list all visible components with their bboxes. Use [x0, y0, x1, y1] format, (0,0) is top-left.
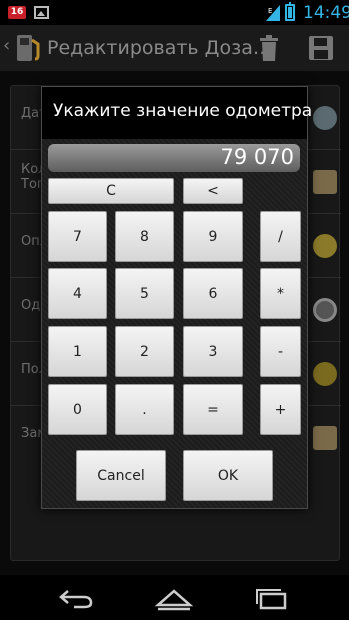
key-9[interactable]: 9: [183, 211, 243, 262]
dialog-header: Укажите значение одометра: [42, 87, 312, 139]
multiply-button[interactable]: *: [260, 268, 301, 319]
fuel-pump-icon[interactable]: [14, 32, 42, 64]
stamp-icon: [313, 426, 337, 450]
stamp-icon: [313, 170, 337, 194]
key-1[interactable]: 1: [48, 326, 107, 377]
ok-button[interactable]: OK: [183, 450, 273, 501]
key-8[interactable]: 8: [115, 211, 174, 262]
action-bar: ‹ Редактировать Доза…: [0, 25, 349, 71]
key-7[interactable]: 7: [48, 211, 107, 262]
value-display: 79 070: [48, 144, 300, 172]
clock-icon: [313, 106, 337, 130]
drop-icon: [313, 362, 337, 386]
page-title: Редактировать Доза…: [47, 37, 272, 59]
key-5[interactable]: 5: [115, 268, 174, 319]
battery-level: [288, 7, 292, 18]
battery-icon: [285, 2, 295, 21]
plus-button[interactable]: +: [260, 384, 301, 435]
notification-badge-icon: 16: [8, 6, 26, 19]
image-icon: [34, 6, 49, 19]
clock-time: 14:49: [303, 3, 349, 23]
speedometer-icon: [313, 298, 337, 322]
trash-icon[interactable]: [257, 33, 281, 63]
signal-icon: E: [266, 5, 280, 21]
odometer-dialog: Укажите значение одометра 79 070 C < 7 8…: [41, 86, 312, 509]
key-4[interactable]: 4: [48, 268, 107, 319]
save-icon[interactable]: [308, 35, 334, 61]
backspace-button[interactable]: <: [183, 178, 243, 204]
equals-button[interactable]: =: [183, 384, 243, 435]
key-3[interactable]: 3: [183, 326, 243, 377]
key-2[interactable]: 2: [115, 326, 174, 377]
dialog-title: Укажите значение одометра: [53, 101, 313, 121]
minus-button[interactable]: -: [260, 326, 301, 377]
coin-icon: [313, 234, 337, 258]
back-icon[interactable]: [56, 585, 96, 611]
dot-button[interactable]: .: [115, 384, 174, 435]
divide-button[interactable]: /: [260, 211, 301, 262]
recents-icon[interactable]: [252, 585, 292, 611]
key-6[interactable]: 6: [183, 268, 243, 319]
key-0[interactable]: 0: [48, 384, 107, 435]
back-caret-icon[interactable]: ‹: [3, 35, 10, 56]
home-icon[interactable]: [154, 585, 194, 611]
status-bar: 16 E 14:49: [0, 0, 349, 25]
display-value: 79 070: [220, 145, 294, 169]
cancel-button[interactable]: Cancel: [76, 450, 166, 501]
svg-text:E: E: [268, 7, 272, 15]
clear-button[interactable]: C: [48, 178, 174, 204]
navigation-bar: [0, 575, 349, 620]
